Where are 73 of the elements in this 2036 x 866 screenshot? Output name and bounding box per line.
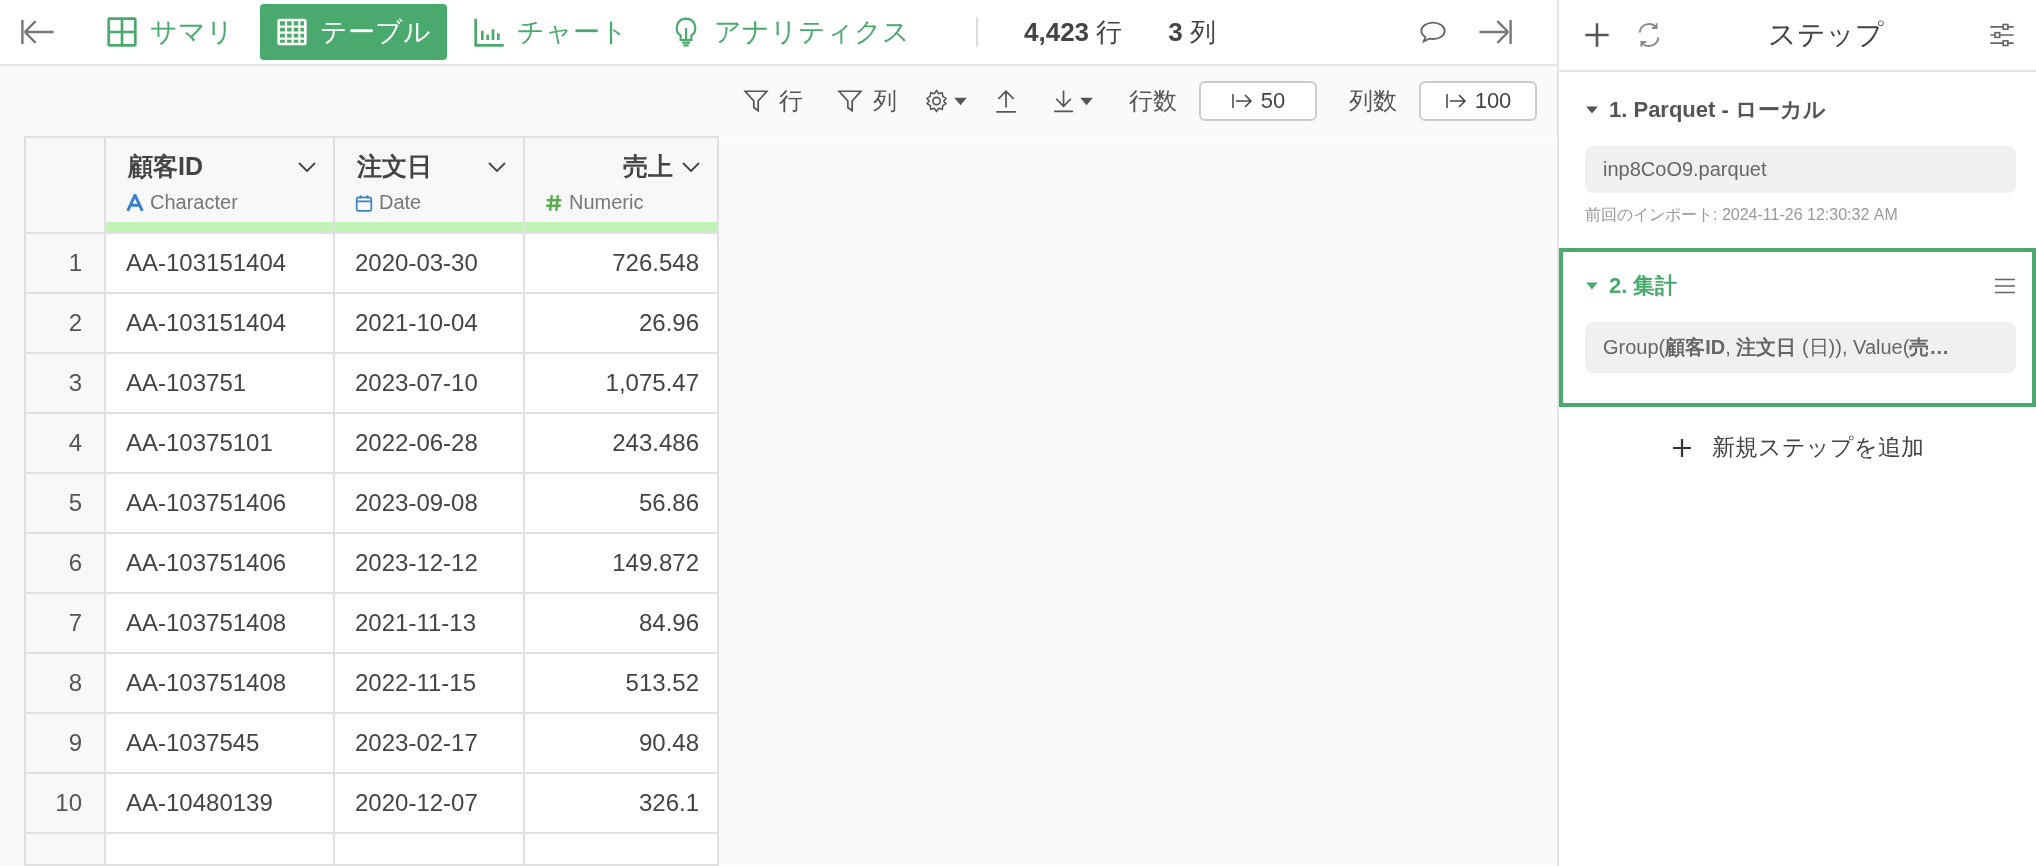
add-step-button[interactable]: 新規ステップを追加 xyxy=(1665,431,1930,464)
table-cell: 2023-07-10 xyxy=(334,353,524,413)
import-timestamp: 前回のインポート: 2024-11-26 12:30:32 AM xyxy=(1585,205,1899,225)
chevron-down-icon[interactable] xyxy=(487,160,507,173)
column-header[interactable]: 注文日 Date xyxy=(334,137,524,233)
column-type: Numeric xyxy=(569,191,644,214)
table-cell: 2022-06-28 xyxy=(334,413,524,473)
table-cell: AA-103151404 xyxy=(105,293,334,353)
row-number: 1 xyxy=(25,233,105,293)
step-detail: inp8CoO9.parquet xyxy=(1585,146,2016,193)
table-cell: AA-103751406 xyxy=(105,473,334,533)
step-card[interactable]: 1. Parquet - ローカル inp8CoO9.parquet 前回のインポート: 2024-11-26 12:30:32 AM xyxy=(1559,72,2036,248)
table-cell: 2020-12-07 xyxy=(334,773,524,833)
column-header[interactable]: 顧客ID Character xyxy=(105,137,334,233)
table-cell: 2021-11-13 xyxy=(334,593,524,653)
table-cell: 2020-03-30 xyxy=(334,233,524,293)
table-cell: 2022-11-15 xyxy=(334,653,524,713)
table-cell: AA-1037545 xyxy=(105,713,334,773)
filter-icon xyxy=(743,88,769,115)
column-limit-label: 列数 xyxy=(1349,86,1397,117)
table-cell: AA-103151404 xyxy=(105,233,334,293)
row-number: 2 xyxy=(25,293,105,353)
step-title: 2. 集計 xyxy=(1609,272,1679,300)
table-cell: AA-103751 xyxy=(105,353,334,413)
row-number: 3 xyxy=(25,353,105,413)
chevron-down-icon[interactable] xyxy=(297,160,317,173)
row-number: 5 xyxy=(25,473,105,533)
sliders-icon[interactable] xyxy=(1988,21,2016,49)
row-number: 8 xyxy=(25,653,105,713)
step-title: 1. Parquet - ローカル xyxy=(1609,96,1827,124)
column-type: Date xyxy=(379,191,422,214)
hash-icon xyxy=(545,193,563,212)
row-number: 9 xyxy=(25,713,105,773)
bar-chart-icon xyxy=(473,16,505,49)
panel-title: ステップ xyxy=(1766,18,1885,52)
row-number: 6 xyxy=(25,533,105,593)
table-cell: AA-10375101 xyxy=(105,413,334,473)
arrow-to-right-icon xyxy=(1444,93,1467,110)
column-name: 注文日 xyxy=(357,151,432,182)
column-type: Character xyxy=(150,191,238,214)
upload-icon[interactable] xyxy=(993,88,1019,115)
count-label: 3 列 xyxy=(1168,15,1216,49)
table-cell: AA-103751408 xyxy=(105,593,334,653)
column-header[interactable]: 売上 Numeric xyxy=(524,137,718,233)
step-card[interactable]: 2. 集計 Group(顧客ID, 注文日 (日)), Value(売… xyxy=(1559,248,2036,407)
table-cell: AA-103751408 xyxy=(105,653,334,713)
calendar-icon xyxy=(355,193,373,212)
menu-icon[interactable] xyxy=(1994,278,2016,294)
row-number: 10 xyxy=(25,773,105,833)
row-filter-button[interactable]: 行 xyxy=(737,85,809,118)
row-limit-label: 行数 xyxy=(1129,86,1177,117)
filter-icon xyxy=(837,88,863,115)
plus-icon[interactable] xyxy=(1583,21,1611,49)
row-number: 4 xyxy=(25,413,105,473)
table-cell: 2021-10-04 xyxy=(334,293,524,353)
plus-icon xyxy=(1671,437,1692,458)
column-limit-field[interactable]: 100 xyxy=(1419,81,1537,122)
table-cell: 2023-02-17 xyxy=(334,713,524,773)
arrow-to-right-icon xyxy=(1230,93,1253,110)
chevron-down-icon[interactable] xyxy=(681,160,701,173)
step-detail: Group(顧客ID, 注文日 (日)), Value(売… xyxy=(1585,322,2016,373)
table-cell: AA-103751406 xyxy=(105,533,334,593)
column-name: 売上 xyxy=(623,151,673,182)
count-label: 4,423 行 xyxy=(1024,15,1123,49)
letter-type-icon xyxy=(126,193,144,212)
row-number: 7 xyxy=(25,593,105,653)
column-name: 顧客ID xyxy=(128,151,203,182)
column-filter-button[interactable]: 列 xyxy=(831,85,903,118)
table-cell: 2023-09-08 xyxy=(334,473,524,533)
row-limit-field[interactable]: 50 xyxy=(1199,81,1317,122)
table-cell: 2023-12-12 xyxy=(334,533,524,593)
table-cell: AA-10480139 xyxy=(105,773,334,833)
grid-icon xyxy=(106,16,138,49)
